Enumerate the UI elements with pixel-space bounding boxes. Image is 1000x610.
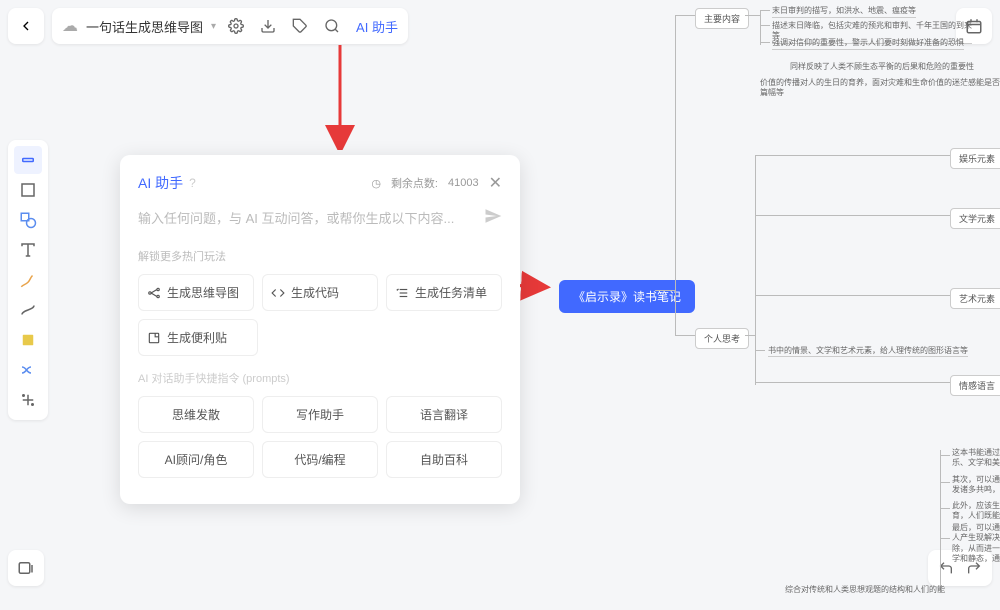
send-button[interactable] (484, 207, 502, 230)
tool-text[interactable] (14, 236, 42, 264)
layers-button[interactable] (8, 550, 44, 586)
document-title: 一句话生成思维导图 (86, 17, 203, 36)
action-generate-mindmap[interactable]: 生成思维导图 (138, 274, 254, 311)
tool-shape[interactable] (14, 206, 42, 234)
credits-value: 41003 (448, 177, 479, 189)
title-bar: ☁ 一句话生成思维导图 ▾ AI 助手 (52, 8, 408, 44)
leaf[interactable]: 同样反映了人类不顾生态平衡的后果和危险的重要性 (790, 62, 974, 72)
annotation-arrow-1 (320, 40, 360, 150)
ai-assistant-link[interactable]: AI 助手 (356, 17, 398, 36)
tool-more[interactable] (14, 386, 42, 414)
leaf[interactable]: 这本书能通过艺术重现中的音乐、文学和美 (952, 448, 1000, 469)
clock-icon: ◷ (371, 177, 381, 190)
sub-entertainment[interactable]: 娱乐元素 (950, 148, 1000, 169)
sub-emotion[interactable]: 情感语言 (950, 375, 1000, 396)
tool-sticky[interactable] (14, 326, 42, 354)
settings-icon[interactable] (224, 14, 248, 38)
prompt-translate[interactable]: 语言翻译 (386, 396, 502, 433)
action-generate-tasklist[interactable]: 生成任务清单 (386, 274, 502, 311)
prompt-coding[interactable]: 代码/编程 (262, 441, 378, 478)
prompt-ai-role[interactable]: AI顾问/角色 (138, 441, 254, 478)
actions-section-label: 解锁更多热门玩法 (138, 248, 502, 264)
leaf[interactable]: 此外，应该生面性和及其教育，人们既能 (952, 501, 1000, 522)
sub-literature[interactable]: 文学元素 (950, 208, 1000, 229)
help-icon[interactable]: ? (189, 176, 196, 190)
leaf[interactable]: 其次，可以通过真实案例会引发诸多共鸣，如 (952, 475, 1000, 496)
prompt-brainstorm[interactable]: 思维发散 (138, 396, 254, 433)
ai-prompt-input[interactable] (138, 211, 476, 226)
tool-select[interactable] (14, 146, 42, 174)
tool-mindmap[interactable] (14, 356, 42, 384)
sub-art[interactable]: 艺术元素 (950, 288, 1000, 309)
dropdown-icon[interactable]: ▾ (211, 21, 216, 32)
left-toolbar (8, 140, 48, 420)
ai-assistant-panel: AI 助手 ? ◷ 剩余点数: 41003 ✕ 解锁更多热门玩法 生成思维导图 … (120, 155, 520, 504)
credits-label: 剩余点数: (391, 175, 438, 191)
prompt-writing[interactable]: 写作助手 (262, 396, 378, 433)
panel-title: AI 助手 ? (138, 173, 196, 193)
export-icon[interactable] (256, 14, 280, 38)
cloud-icon: ☁ (62, 16, 78, 36)
close-button[interactable]: ✕ (489, 173, 502, 193)
action-generate-code[interactable]: 生成代码 (262, 274, 378, 311)
branch-main-content[interactable]: 主要内容 (695, 8, 749, 29)
leaf[interactable]: 书中的情景、文学和艺术元素，给人理传统的图形语言等 (768, 346, 968, 357)
tool-connector[interactable] (14, 296, 42, 324)
tool-pen[interactable] (14, 266, 42, 294)
leaf[interactable]: 最后，可以通过职业等划定的人产生现解决疑难等，比如除，从而进一步研究技术，文学和… (952, 523, 1000, 565)
prompts-section-label: AI 对话助手快捷指令 (prompts) (138, 370, 502, 386)
back-button[interactable] (8, 8, 44, 44)
tag-icon[interactable] (288, 14, 312, 38)
leaf[interactable]: 价值的传播对人的生日的育养，面对灾难和生命价值的迷茫感能是否在该篇幅等 (760, 78, 1000, 99)
tool-frame[interactable] (14, 176, 42, 204)
leaf[interactable]: 强调对信仰的重要性，警示人们要时刻做好准备的恐惧 (772, 38, 964, 50)
leaf[interactable]: 末日审判的描写，如洪水、地震、瘟疫等 (772, 6, 916, 18)
search-icon[interactable] (320, 14, 344, 38)
prompt-wiki[interactable]: 自助百科 (386, 441, 502, 478)
mindmap-canvas[interactable]: 主要内容 末日审判的描写，如洪水、地震、瘟疫等 描述末日降临，包括灾难的预兆和审… (660, 0, 1000, 610)
branch-personal-thoughts[interactable]: 个人思考 (695, 328, 749, 349)
action-generate-sticky[interactable]: 生成便利贴 (138, 319, 258, 356)
